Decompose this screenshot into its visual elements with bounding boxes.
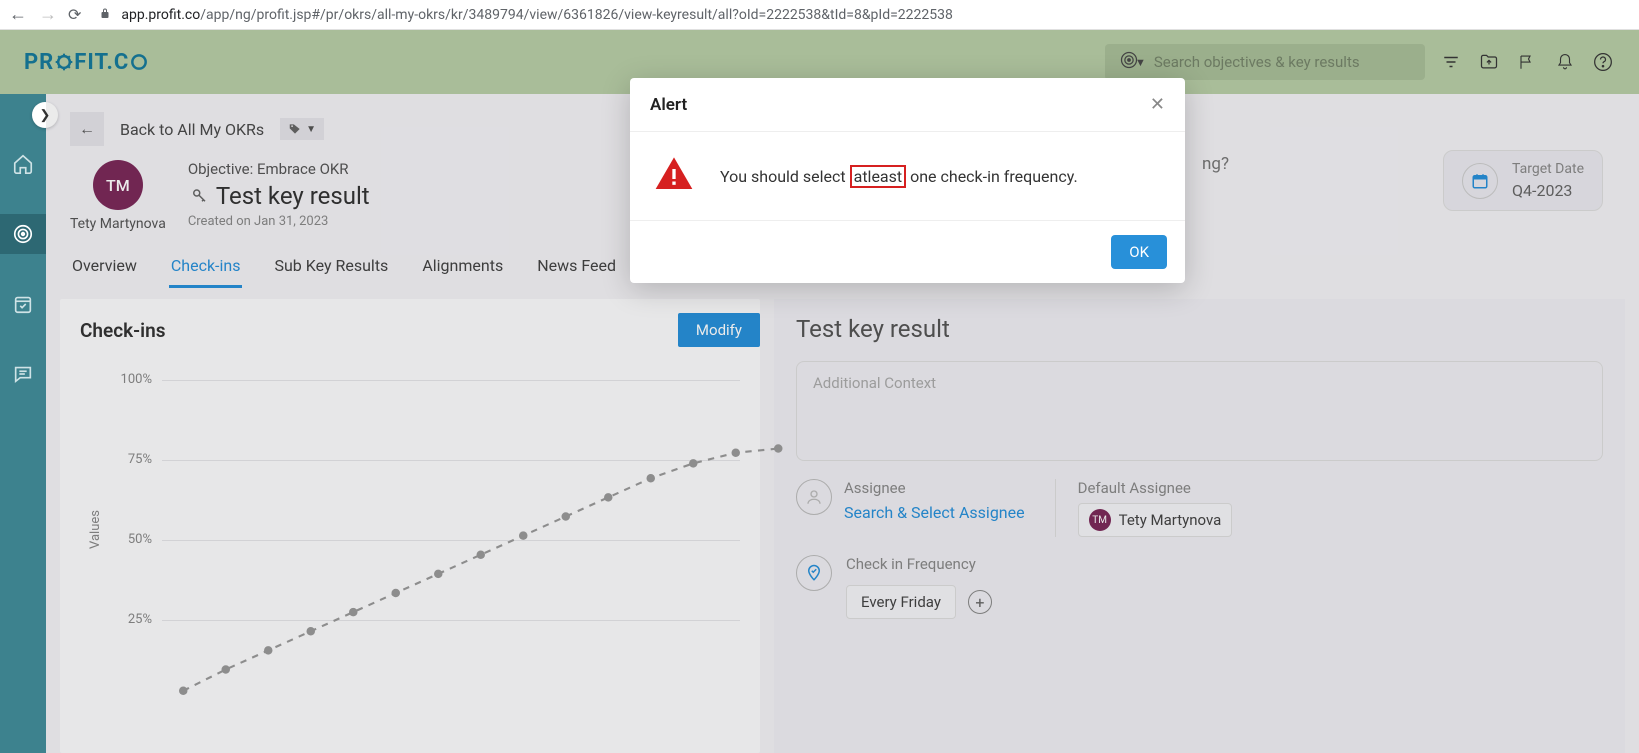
modal-title: Alert (650, 95, 687, 115)
flag-icon[interactable] (1515, 50, 1539, 74)
left-nav-rail: ❯ (0, 94, 46, 753)
modal-close-button[interactable]: ✕ (1150, 94, 1165, 115)
alert-triangle-icon (654, 154, 694, 198)
alert-modal: Alert ✕ You should select atleast one ch… (630, 78, 1185, 283)
folder-icon[interactable] (1477, 50, 1501, 74)
alert-text-before: You should select (720, 167, 850, 186)
browser-forward-button[interactable]: → (38, 4, 58, 25)
logo[interactable]: PRFIT.C (24, 50, 149, 75)
search-wrapper[interactable]: ▼ (1105, 44, 1425, 80)
modal-footer: OK (630, 221, 1185, 283)
header-right: ▼ (1105, 44, 1615, 80)
alert-text: You should select atleast one check-in f… (720, 165, 1078, 188)
alert-text-after: one check-in frequency. (906, 167, 1078, 186)
modal-header: Alert ✕ (630, 78, 1185, 132)
bell-icon[interactable] (1553, 50, 1577, 74)
rail-tasks-icon[interactable] (0, 284, 46, 324)
search-input[interactable] (1154, 53, 1411, 71)
browser-url-bar: ← → ⟳ app.profit.co/app/ng/profit.jsp#/p… (0, 0, 1639, 30)
chevron-down-icon: ▼ (1135, 56, 1146, 69)
browser-url[interactable]: app.profit.co/app/ng/profit.jsp#/pr/okrs… (121, 7, 952, 23)
browser-back-button[interactable]: ← (8, 4, 28, 25)
url-domain: app.profit.co (121, 7, 200, 23)
help-icon[interactable] (1591, 50, 1615, 74)
rail-home-icon[interactable] (0, 144, 46, 184)
url-path: /app/ng/profit.jsp#/pr/okrs/all-my-okrs/… (200, 7, 953, 23)
modal-body: You should select atleast one check-in f… (630, 132, 1185, 221)
rail-chat-icon[interactable] (0, 354, 46, 394)
modal-ok-button[interactable]: OK (1111, 235, 1167, 269)
browser-reload-button[interactable]: ⟳ (68, 5, 81, 24)
rail-okr-icon[interactable] (0, 214, 46, 254)
lock-icon (99, 7, 111, 22)
filter-icon[interactable] (1439, 50, 1463, 74)
alert-highlight-word: atleast (850, 165, 907, 188)
